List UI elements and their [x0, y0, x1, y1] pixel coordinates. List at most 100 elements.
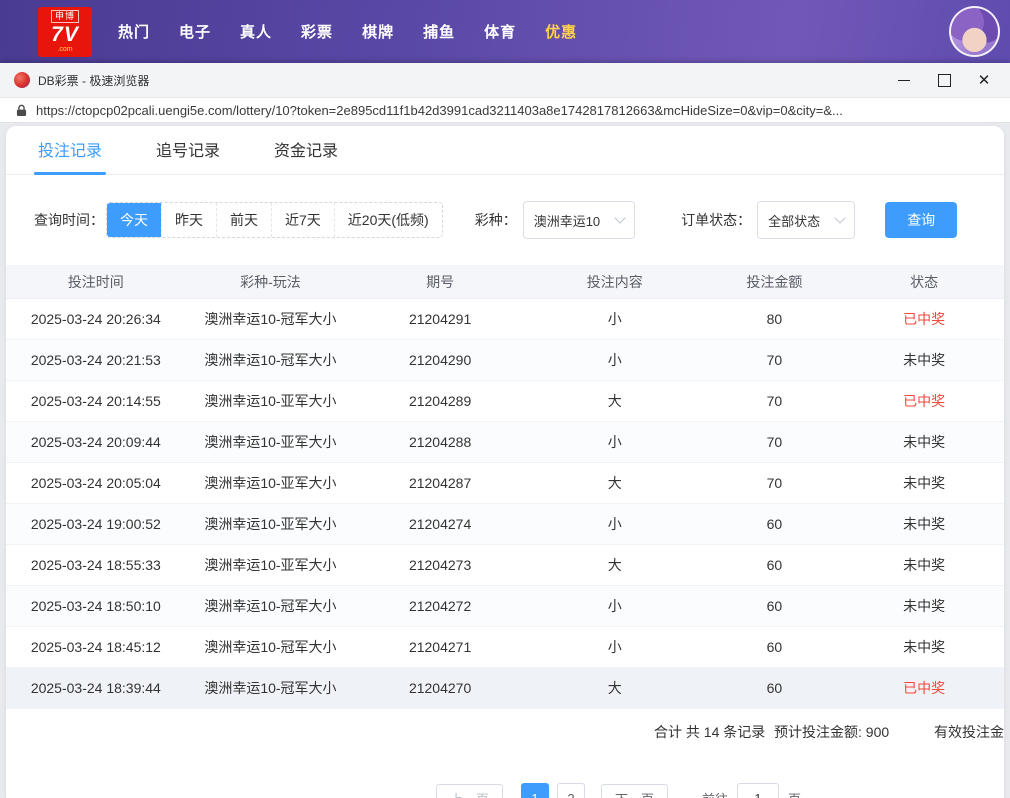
cell-game: 澳洲幸运10-冠军大小: [186, 596, 356, 616]
lock-icon: [16, 104, 27, 117]
search-button[interactable]: 查询: [885, 202, 957, 238]
cell-bet-content: 小: [525, 596, 705, 616]
summary-bar: 合计 共 14 条记录 预计投注金额: 900 有效投注金额: 900: [6, 709, 1004, 755]
cell-status: 未中奖: [844, 473, 1004, 493]
popup-browser-window: DB彩票 - 极速浏览器 ✕ https://ctopcp02pcali.uen…: [0, 63, 1010, 796]
table-row: 2025-03-24 18:45:12 澳洲幸运10-冠军大小 21204271…: [6, 627, 1004, 668]
tab-bar: 投注记录 追号记录 资金记录: [6, 126, 1004, 175]
top-nav-item-彩票[interactable]: 彩票: [301, 21, 333, 42]
summary-estimated-amount: 预计投注金额: 900: [774, 709, 889, 755]
cell-bet-content: 小: [525, 514, 705, 534]
time-range-option[interactable]: 昨天: [161, 203, 216, 237]
cell-bet-content: 小: [525, 637, 705, 657]
goto-page-suffix: 页: [788, 789, 801, 798]
cell-issue: 21204288: [355, 434, 525, 450]
cell-bet-content: 小: [525, 309, 705, 329]
cell-game: 澳洲幸运10-亚军大小: [186, 432, 356, 452]
close-icon: ✕: [978, 73, 991, 88]
tab-0[interactable]: 投注记录: [34, 137, 106, 174]
table-row: 2025-03-24 18:50:10 澳洲幸运10-冠军大小 21204272…: [6, 586, 1004, 627]
cell-bet-amount: 70: [705, 475, 845, 491]
brand-logo-main-text: 7V: [51, 24, 79, 45]
cell-bet-amount: 80: [705, 311, 845, 327]
cell-status: 未中奖: [844, 514, 1004, 534]
cell-issue: 21204272: [355, 598, 525, 614]
cell-game: 澳洲幸运10-亚军大小: [186, 391, 356, 411]
close-button[interactable]: ✕: [964, 65, 1004, 95]
time-filter-label: 查询时间：: [34, 210, 104, 230]
top-nav-item-体育[interactable]: 体育: [484, 21, 516, 42]
cell-status: 未中奖: [844, 432, 1004, 452]
time-range-option[interactable]: 前天: [216, 203, 271, 237]
header-bet-time: 投注时间: [6, 272, 186, 292]
user-avatar[interactable]: [949, 6, 1000, 57]
lottery-filter-label: 彩种：: [475, 210, 517, 230]
cell-status: 未中奖: [844, 555, 1004, 575]
tab-2[interactable]: 资金记录: [270, 137, 342, 174]
cell-bet-time: 2025-03-24 19:00:52: [6, 516, 186, 532]
header-game: 彩种-玩法: [186, 272, 356, 292]
cell-bet-amount: 60: [705, 598, 845, 614]
cell-bet-amount: 70: [705, 352, 845, 368]
lottery-select[interactable]: 澳洲幸运10: [523, 201, 635, 239]
cell-game: 澳洲幸运10-亚军大小: [186, 514, 356, 534]
maximize-button[interactable]: [924, 65, 964, 95]
cell-bet-time: 2025-03-24 18:55:33: [6, 557, 186, 573]
cell-bet-time: 2025-03-24 20:09:44: [6, 434, 186, 450]
cell-game: 澳洲幸运10-冠军大小: [186, 678, 356, 698]
table-row: 2025-03-24 20:14:55 澳洲幸运10-亚军大小 21204289…: [6, 381, 1004, 422]
tab-1[interactable]: 追号记录: [152, 137, 224, 174]
cell-bet-amount: 60: [705, 516, 845, 532]
cell-issue: 21204291: [355, 311, 525, 327]
top-nav-item-电子[interactable]: 电子: [179, 21, 211, 42]
cell-bet-content: 大: [525, 473, 705, 493]
cell-bet-amount: 60: [705, 680, 845, 696]
table-row: 2025-03-24 18:39:44 澳洲幸运10-冠军大小 21204270…: [6, 668, 1004, 709]
top-nav-item-优惠[interactable]: 优惠: [545, 21, 577, 42]
cell-game: 澳洲幸运10-亚军大小: [186, 555, 356, 575]
site-top-nav: 申博 7V .com 热门 电子 真人 彩票 棋牌 捕鱼 体育 优惠: [0, 0, 1010, 63]
top-nav-item-捕鱼[interactable]: 捕鱼: [423, 21, 455, 42]
browser-titlebar: DB彩票 - 极速浏览器 ✕: [0, 63, 1010, 98]
cell-bet-time: 2025-03-24 20:05:04: [6, 475, 186, 491]
maximize-icon: [938, 74, 951, 87]
table-row: 2025-03-24 20:05:04 澳洲幸运10-亚军大小 21204287…: [6, 463, 1004, 504]
cell-bet-content: 大: [525, 391, 705, 411]
cell-issue: 21204271: [355, 639, 525, 655]
cell-bet-time: 2025-03-24 18:39:44: [6, 680, 186, 696]
top-nav-item-热门[interactable]: 热门: [118, 21, 150, 42]
cell-game: 澳洲幸运10-亚军大小: [186, 473, 356, 493]
cell-bet-content: 小: [525, 432, 705, 452]
table-body: 2025-03-24 20:26:34 澳洲幸运10-冠军大小 21204291…: [6, 299, 1004, 709]
order-status-select[interactable]: 全部状态: [757, 201, 855, 239]
cell-game: 澳洲幸运10-冠军大小: [186, 637, 356, 657]
minimize-icon: [898, 80, 910, 81]
table-row: 2025-03-24 20:26:34 澳洲幸运10-冠军大小 21204291…: [6, 299, 1004, 340]
cell-bet-content: 大: [525, 555, 705, 575]
address-bar[interactable]: https://ctopcp02pcali.uengi5e.com/lotter…: [0, 98, 1010, 123]
cell-bet-time: 2025-03-24 20:26:34: [6, 311, 186, 327]
records-card: 投注记录 追号记录 资金记录 查询时间： 今天昨天前天近7天近20天(低频) 彩种：…: [6, 126, 1004, 798]
cell-game: 澳洲幸运10-冠军大小: [186, 350, 356, 370]
window-title: DB彩票 - 极速浏览器: [38, 72, 149, 89]
cell-bet-amount: 70: [705, 434, 845, 450]
chevron-down-icon: [615, 212, 626, 223]
brand-logo[interactable]: 申博 7V .com: [38, 7, 92, 57]
header-bet-content: 投注内容: [525, 272, 705, 292]
brand-logo-top-text: 申博: [51, 10, 79, 23]
table-header: 投注时间 彩种-玩法 期号 投注内容 投注金额 状态: [6, 265, 1004, 299]
status-filter-label: 订单状态：: [681, 210, 751, 230]
time-range-option[interactable]: 近20天(低频): [334, 203, 442, 237]
time-range-option[interactable]: 近7天: [271, 203, 334, 237]
top-nav-item-棋牌[interactable]: 棋牌: [362, 21, 394, 42]
cell-bet-amount: 60: [705, 639, 845, 655]
minimize-button[interactable]: [884, 65, 924, 95]
cell-status: 已中奖: [844, 678, 1004, 698]
time-range-option[interactable]: 今天: [107, 203, 161, 237]
cell-issue: 21204287: [355, 475, 525, 491]
cell-bet-time: 2025-03-24 18:50:10: [6, 598, 186, 614]
page-content: 投注记录 追号记录 资金记录 查询时间： 今天昨天前天近7天近20天(低频) 彩种：…: [0, 123, 1010, 798]
brand-logo-suffix-text: .com: [57, 46, 72, 53]
cell-issue: 21204274: [355, 516, 525, 532]
top-nav-item-真人[interactable]: 真人: [240, 21, 272, 42]
